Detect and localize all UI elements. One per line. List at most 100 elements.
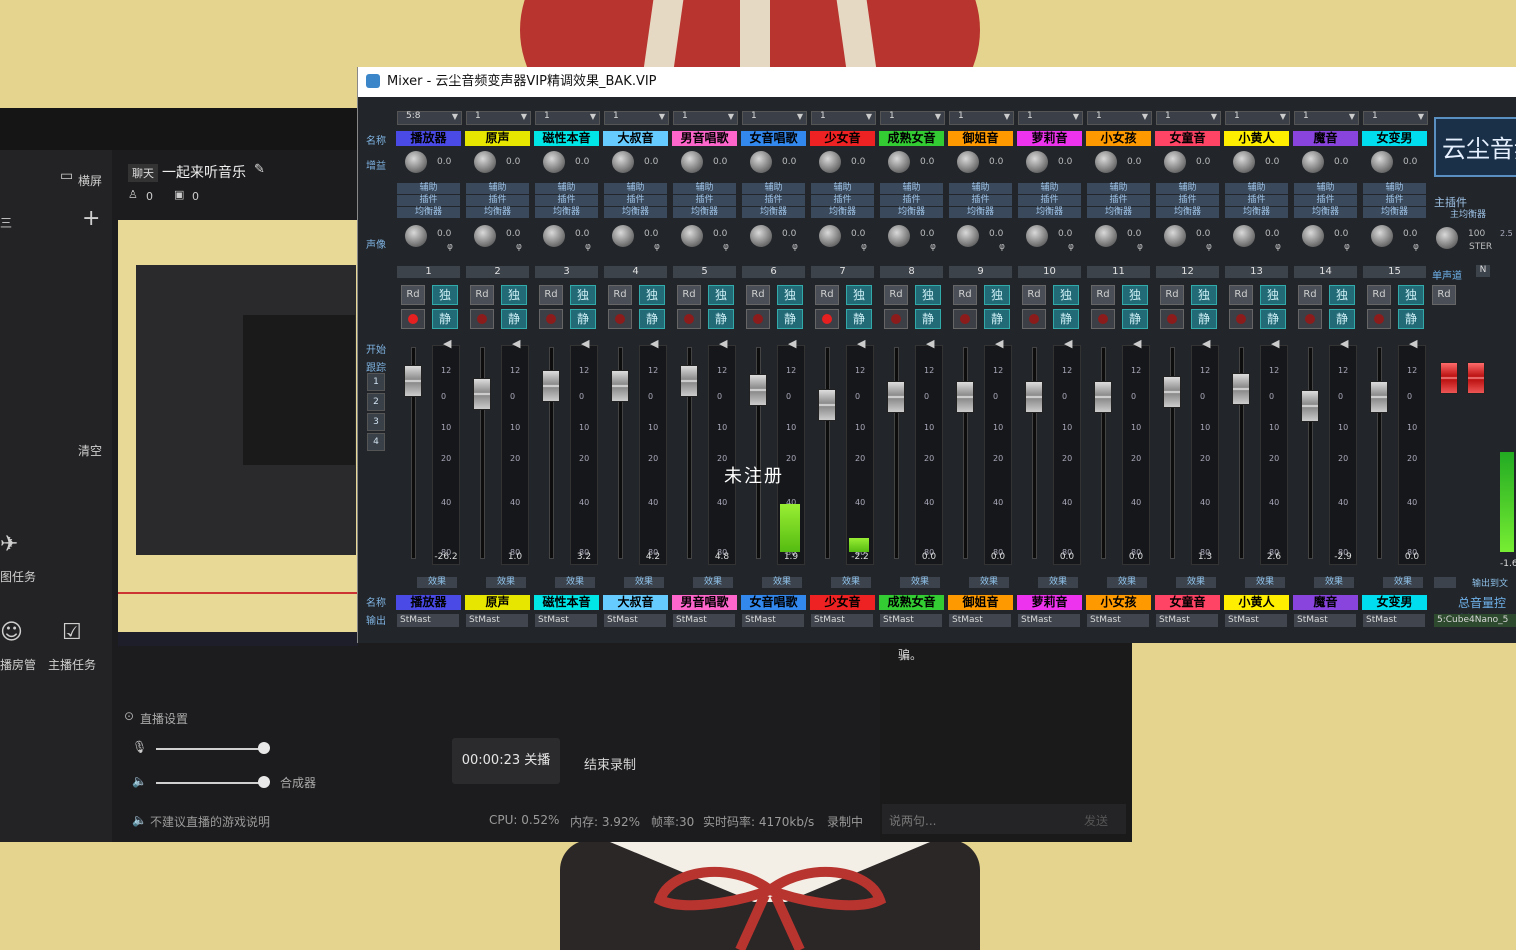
fx-button[interactable]: 效果 xyxy=(831,577,871,588)
speaker-icon[interactable]: ◀ xyxy=(1064,337,1072,350)
solo-button[interactable]: 独 xyxy=(1191,285,1217,305)
speaker-icon[interactable]: ◀ xyxy=(995,337,1003,350)
channel-name-bottom[interactable]: 男音唱歌 xyxy=(672,595,737,610)
mute-button[interactable]: 静 xyxy=(1398,309,1424,329)
channel-input-select[interactable]: 1 ▼ xyxy=(466,111,531,125)
volume-fader[interactable] xyxy=(473,378,491,410)
read-button[interactable]: Rd xyxy=(539,285,563,305)
channel-name-bottom[interactable]: 女音唱歌 xyxy=(741,595,806,610)
eq-strip[interactable]: 均衡器 xyxy=(397,207,460,218)
output-select[interactable]: StMast xyxy=(880,614,942,627)
volume-fader[interactable] xyxy=(1301,390,1319,422)
channel-name-bottom[interactable]: 女变男 xyxy=(1362,595,1427,610)
solo-button[interactable]: 独 xyxy=(708,285,734,305)
aux-strip[interactable]: 辅助 xyxy=(1087,183,1150,194)
channel-name-top[interactable]: 魔音 xyxy=(1293,131,1358,146)
volume-fader[interactable] xyxy=(887,381,905,413)
volume-fader[interactable] xyxy=(404,365,422,397)
pan-knob[interactable] xyxy=(957,225,979,247)
gain-knob[interactable] xyxy=(1302,151,1324,173)
mute-button[interactable]: 静 xyxy=(639,309,665,329)
channel-input-select[interactable]: 1 ▼ xyxy=(1087,111,1152,125)
plugin-strip[interactable]: 插件 xyxy=(1156,195,1219,206)
mute-button[interactable]: 静 xyxy=(1191,309,1217,329)
channel-name-top[interactable]: 少女音 xyxy=(810,131,875,146)
aux-strip[interactable]: 辅助 xyxy=(466,183,529,194)
mute-button[interactable]: 静 xyxy=(501,309,527,329)
fx-button[interactable]: 效果 xyxy=(900,577,940,588)
pan-knob[interactable] xyxy=(1164,225,1186,247)
phase-icon[interactable]: φ xyxy=(1068,242,1074,252)
gain-knob[interactable] xyxy=(543,151,565,173)
output-select[interactable]: StMast xyxy=(1087,614,1149,627)
phase-icon[interactable]: φ xyxy=(516,242,522,252)
pan-knob[interactable] xyxy=(1302,225,1324,247)
output-select[interactable]: StMast xyxy=(535,614,597,627)
record-arm-button[interactable] xyxy=(677,309,701,329)
master-fader-left[interactable] xyxy=(1440,362,1458,394)
read-button[interactable]: Rd xyxy=(1298,285,1322,305)
channel-input-select[interactable]: 1 ▼ xyxy=(949,111,1014,125)
output-select[interactable]: StMast xyxy=(1225,614,1287,627)
eq-strip[interactable]: 均衡器 xyxy=(1087,207,1150,218)
master-n-button[interactable]: N xyxy=(1476,265,1490,277)
aux-strip[interactable]: 辅助 xyxy=(742,183,805,194)
speaker-icon[interactable]: ◀ xyxy=(857,337,865,350)
speaker-icon[interactable]: ◀ xyxy=(719,337,727,350)
synth-label[interactable]: 合成器 xyxy=(280,774,316,791)
solo-button[interactable]: 独 xyxy=(1329,285,1355,305)
solo-button[interactable]: 独 xyxy=(984,285,1010,305)
master-mono-label[interactable]: 单声道 xyxy=(1432,267,1462,282)
speaker-icon[interactable]: ◀ xyxy=(650,337,658,350)
master-output-select[interactable]: 5:Cube4Nano_5 xyxy=(1434,614,1516,627)
pan-knob[interactable] xyxy=(1371,225,1393,247)
solo-button[interactable]: 独 xyxy=(846,285,872,305)
gain-knob[interactable] xyxy=(405,151,427,173)
phase-icon[interactable]: φ xyxy=(861,242,867,252)
eq-strip[interactable]: 均衡器 xyxy=(673,207,736,218)
channel-name-top[interactable]: 女童音 xyxy=(1155,131,1220,146)
eq-strip[interactable]: 均衡器 xyxy=(466,207,529,218)
output-select[interactable]: StMast xyxy=(1363,614,1425,627)
pan-knob[interactable] xyxy=(888,225,910,247)
channel-name-top[interactable]: 大叔音 xyxy=(603,131,668,146)
volume-fader[interactable] xyxy=(818,389,836,421)
aux-strip[interactable]: 辅助 xyxy=(535,183,598,194)
pan-knob[interactable] xyxy=(405,225,427,247)
end-record-button[interactable]: 结束录制 xyxy=(584,738,664,784)
volume-fader[interactable] xyxy=(1163,376,1181,408)
read-button[interactable]: Rd xyxy=(401,285,425,305)
volume-fader[interactable] xyxy=(956,381,974,413)
channel-input-select[interactable]: 5:8 ▼ xyxy=(397,111,462,125)
aux-strip[interactable]: 辅助 xyxy=(1225,183,1288,194)
speaker-icon[interactable]: ◀ xyxy=(926,337,934,350)
record-arm-button[interactable] xyxy=(401,309,425,329)
volume-fader[interactable] xyxy=(1025,381,1043,413)
read-button[interactable]: Rd xyxy=(953,285,977,305)
volume-fader[interactable] xyxy=(1094,381,1112,413)
speaker-icon[interactable]: ◀ xyxy=(1409,337,1417,350)
solo-button[interactable]: 独 xyxy=(639,285,665,305)
pan-knob[interactable] xyxy=(474,225,496,247)
track-slot-1[interactable]: 1 xyxy=(367,373,385,391)
eq-strip[interactable]: 均衡器 xyxy=(1156,207,1219,218)
read-button[interactable]: Rd xyxy=(608,285,632,305)
output-select[interactable]: StMast xyxy=(604,614,666,627)
phase-icon[interactable]: φ xyxy=(792,242,798,252)
fx-button[interactable]: 效果 xyxy=(417,577,457,588)
chat-input[interactable]: 说两句... 发送 xyxy=(882,804,1126,834)
output-select[interactable]: StMast xyxy=(742,614,804,627)
speaker-icon[interactable]: ◀ xyxy=(443,337,451,350)
solo-button[interactable]: 独 xyxy=(1398,285,1424,305)
pan-knob[interactable] xyxy=(1233,225,1255,247)
speaker-icon[interactable]: ◀ xyxy=(512,337,520,350)
phase-icon[interactable]: φ xyxy=(1275,242,1281,252)
fx-button[interactable]: 效果 xyxy=(1245,577,1285,588)
record-arm-button[interactable] xyxy=(1022,309,1046,329)
room-manage-label[interactable]: 播房管 xyxy=(0,656,36,673)
gain-knob[interactable] xyxy=(1371,151,1393,173)
room-manage-icon[interactable]: ☺ xyxy=(0,620,23,645)
channel-name-top[interactable]: 磁性本音 xyxy=(534,131,599,146)
output-select[interactable]: StMast xyxy=(397,614,459,627)
phase-icon[interactable]: φ xyxy=(1344,242,1350,252)
